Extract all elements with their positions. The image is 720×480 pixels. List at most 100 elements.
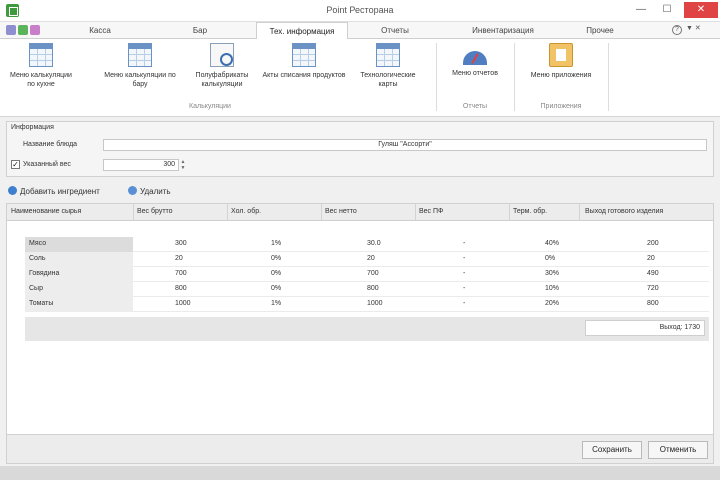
status-bar xyxy=(0,466,720,480)
col-header-net[interactable]: Вес нетто xyxy=(325,208,357,215)
cell-output: 200 xyxy=(647,240,659,247)
cell-gross: 800 xyxy=(175,285,187,292)
minimize-button[interactable]: — xyxy=(630,2,652,18)
col-separator xyxy=(321,204,322,221)
clipboard-icon xyxy=(549,43,573,67)
close-button[interactable]: ✕ xyxy=(684,2,718,18)
col-separator xyxy=(133,204,134,221)
tab-tech-info[interactable]: Тех. информация xyxy=(256,22,348,40)
quick-access-icon[interactable] xyxy=(18,25,28,35)
col-header-semi[interactable]: Вес ПФ xyxy=(419,208,443,215)
table-icon xyxy=(376,43,400,67)
table-row[interactable]: Сыр 800 0% 800 - 10% 720 xyxy=(25,282,709,297)
semi-products-button[interactable]: Полуфабрикаты калькуляции xyxy=(184,43,260,101)
col-separator xyxy=(509,204,510,221)
delete-button[interactable]: Удалить xyxy=(128,186,171,198)
table-icon xyxy=(128,43,152,67)
table-row[interactable]: Мясо 300 1% 30.0 - 40% 200 xyxy=(25,237,709,252)
tech-cards-button[interactable]: Технологические карты xyxy=(350,43,426,101)
col-header-output[interactable]: Выход готового изделия xyxy=(585,208,663,215)
cell-cold: 0% xyxy=(271,255,282,262)
cell-thermal: 0% xyxy=(545,255,556,262)
tab-inventory[interactable]: Инвентаризация xyxy=(448,22,558,39)
tab-reports[interactable]: Отчеты xyxy=(350,22,440,39)
title-bar: Point Ресторана — ☐ ✕ xyxy=(0,0,720,22)
save-button[interactable]: Сохранить xyxy=(582,441,642,459)
cell-semi: - xyxy=(463,240,466,247)
bar-calc-button[interactable]: Меню калькуляции по бару xyxy=(100,43,180,101)
cell-name: Мясо xyxy=(29,240,47,247)
cell-cold: 0% xyxy=(271,285,282,292)
cell-cold: 1% xyxy=(271,240,282,247)
add-ingredient-button[interactable]: Добавить ингредиент xyxy=(8,186,100,198)
table-icon xyxy=(292,43,316,67)
ribbon-options-icon[interactable]: ▼ ✕ xyxy=(686,24,701,32)
cell-gross: 700 xyxy=(175,270,187,277)
group-separator xyxy=(608,43,609,111)
cell-gross: 1000 xyxy=(175,300,191,307)
cell-semi: - xyxy=(463,270,466,277)
weight-label: Указанный вес xyxy=(23,161,71,168)
col-separator xyxy=(227,204,228,221)
kitchen-calc-button[interactable]: Меню калькуляции по кухне xyxy=(6,43,76,101)
writeoff-acts-button[interactable]: Акты списания продуктов xyxy=(262,43,346,101)
tab-bar[interactable]: Бар xyxy=(160,22,240,39)
cell-net: 800 xyxy=(367,285,379,292)
tab-kassa[interactable]: Касса xyxy=(60,22,140,39)
weight-spinner[interactable]: ▲ ▼ xyxy=(179,159,187,171)
bar-calc-label: Меню калькуляции по бару xyxy=(104,72,176,88)
info-panel-title: Информация xyxy=(11,124,54,131)
group-label-apps: Приложения xyxy=(540,103,582,110)
group-separator xyxy=(514,43,515,111)
cell-semi: - xyxy=(463,255,466,262)
app-menu-label: Меню приложения xyxy=(530,72,592,79)
col-header-name[interactable]: Наименование сырья xyxy=(11,208,81,215)
cell-thermal: 10% xyxy=(545,285,560,292)
weight-checkbox[interactable]: ✓ xyxy=(11,160,20,169)
cancel-button[interactable]: Отменить xyxy=(648,441,708,459)
table-row[interactable]: Говядина 700 0% 700 - 30% 490 xyxy=(25,267,709,282)
cell-output: 490 xyxy=(647,270,659,277)
table-icon xyxy=(29,43,53,67)
table-row[interactable]: Соль 20 0% 20 - 0% 20 xyxy=(25,252,709,267)
cell-thermal: 40% xyxy=(545,240,560,247)
table-row[interactable]: Томаты 1000 1% 1000 - 20% 800 xyxy=(25,297,709,312)
info-panel: Информация Название блюда Гуляш "Ассорти… xyxy=(6,121,714,177)
cell-gross: 20 xyxy=(175,255,183,262)
quick-access-icon[interactable] xyxy=(6,25,16,35)
summary-bar: Выход: 1730 xyxy=(25,317,709,341)
cell-name: Говядина xyxy=(29,270,60,277)
ingredients-grid: Наименование сырья Вес брутто Хол. обр. … xyxy=(6,203,714,435)
grid-header: Наименование сырья Вес брутто Хол. обр. … xyxy=(7,204,713,221)
cell-semi: - xyxy=(463,285,466,292)
cell-net: 30.0 xyxy=(367,240,381,247)
cell-thermal: 20% xyxy=(545,300,560,307)
cell-name: Соль xyxy=(29,255,46,262)
document-search-icon xyxy=(210,43,234,67)
cell-semi: - xyxy=(463,300,466,307)
writeoff-acts-label: Акты списания продуктов xyxy=(262,72,346,79)
maximize-button[interactable]: ☐ xyxy=(656,2,678,18)
cell-output: 720 xyxy=(647,285,659,292)
window-title: Point Ресторана xyxy=(326,5,394,15)
quick-access-icon[interactable] xyxy=(30,25,40,35)
cell-net: 20 xyxy=(367,255,375,262)
cell-name: Томаты xyxy=(29,300,54,307)
col-separator xyxy=(415,204,416,221)
col-header-cold[interactable]: Хол. обр. xyxy=(231,208,261,215)
tab-other[interactable]: Прочее xyxy=(560,22,640,39)
ribbon-tab-row: Касса Бар Тех. информация Отчеты Инвента… xyxy=(0,22,720,40)
reports-menu-button[interactable]: Меню отчетов xyxy=(440,43,510,101)
cell-cold: 0% xyxy=(271,270,282,277)
col-header-thermal[interactable]: Терм. обр. xyxy=(513,208,547,215)
cell-output: 20 xyxy=(647,255,655,262)
cell-output: 800 xyxy=(647,300,659,307)
app-menu-button[interactable]: Меню приложения xyxy=(518,43,604,101)
cell-net: 1000 xyxy=(367,300,383,307)
help-icon[interactable]: ? xyxy=(672,25,682,35)
group-separator xyxy=(436,43,437,111)
col-header-gross[interactable]: Вес брутто xyxy=(137,208,173,215)
dish-name-input[interactable]: Гуляш "Ассорти" xyxy=(103,139,707,151)
weight-input[interactable]: 300 xyxy=(103,159,179,171)
ingredients-list: Мясо 300 1% 30.0 - 40% 200 Соль 20 0% 20… xyxy=(25,237,709,317)
